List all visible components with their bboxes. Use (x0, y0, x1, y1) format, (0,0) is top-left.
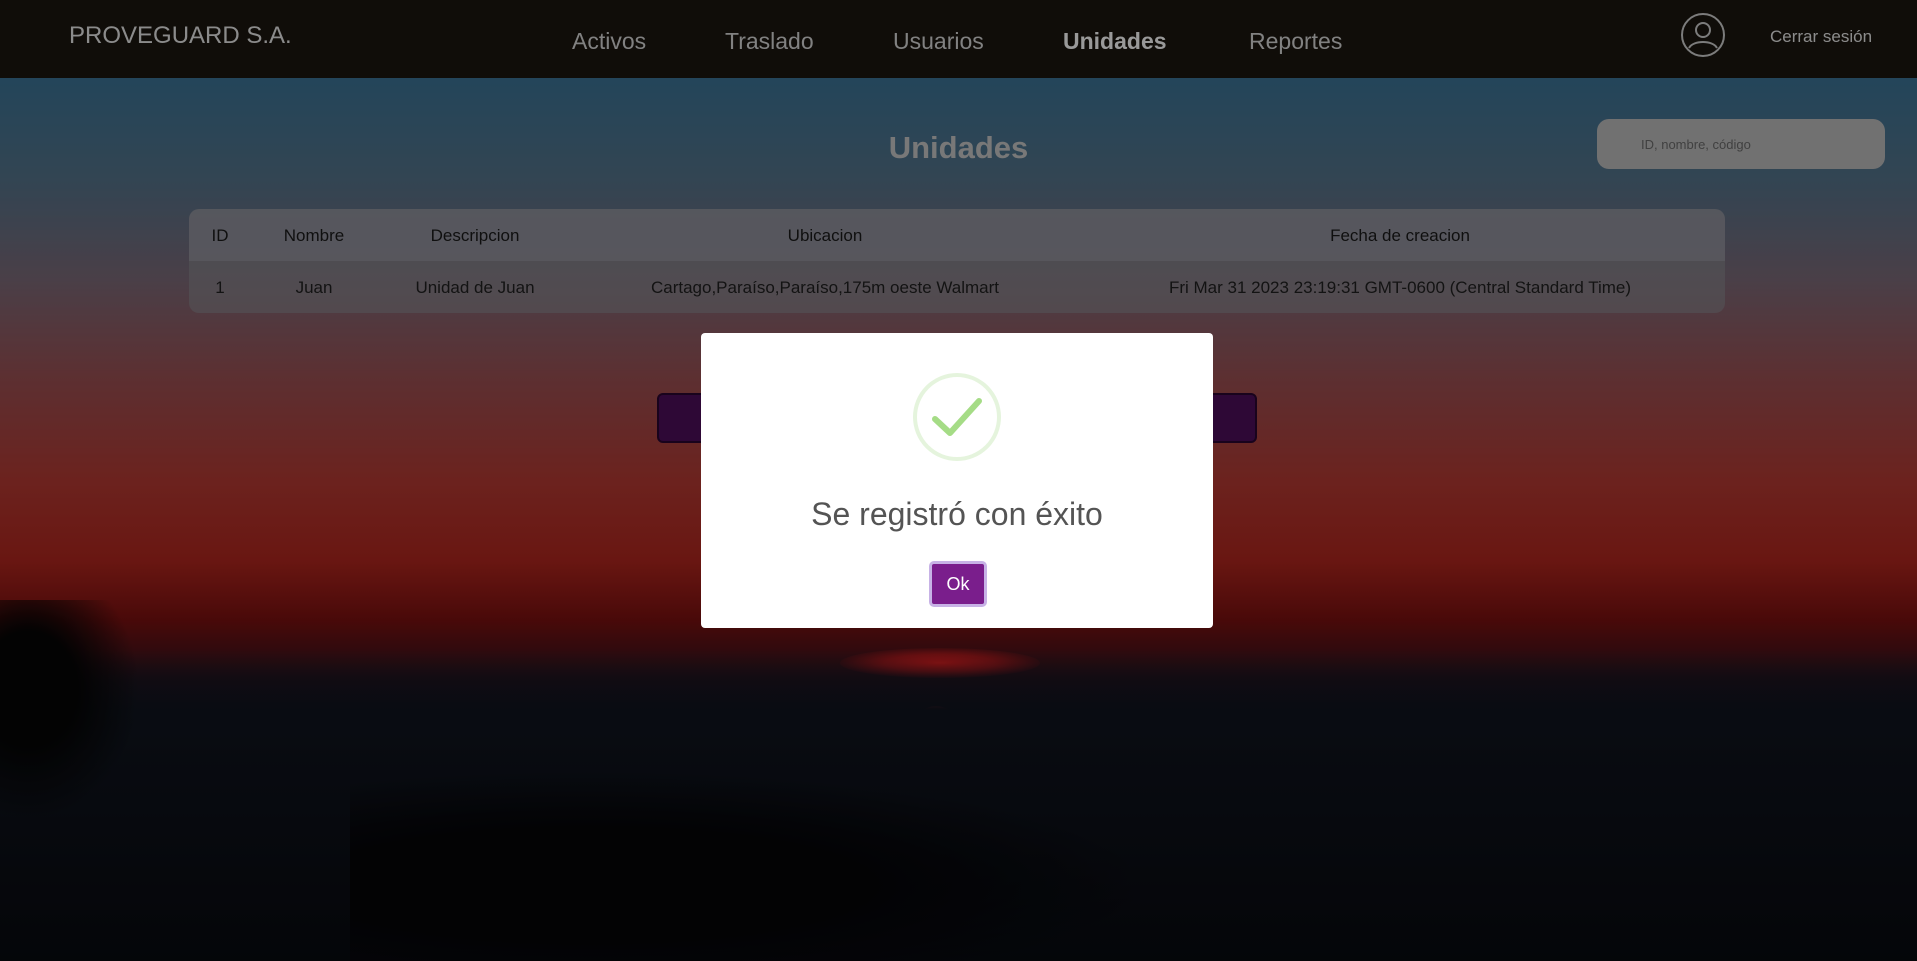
success-dialog: Se registró con éxito Ok (701, 333, 1213, 628)
dialog-title: Se registró con éxito (811, 496, 1103, 532)
success-check-icon (913, 373, 1001, 461)
ok-button[interactable]: Ok (929, 561, 987, 607)
